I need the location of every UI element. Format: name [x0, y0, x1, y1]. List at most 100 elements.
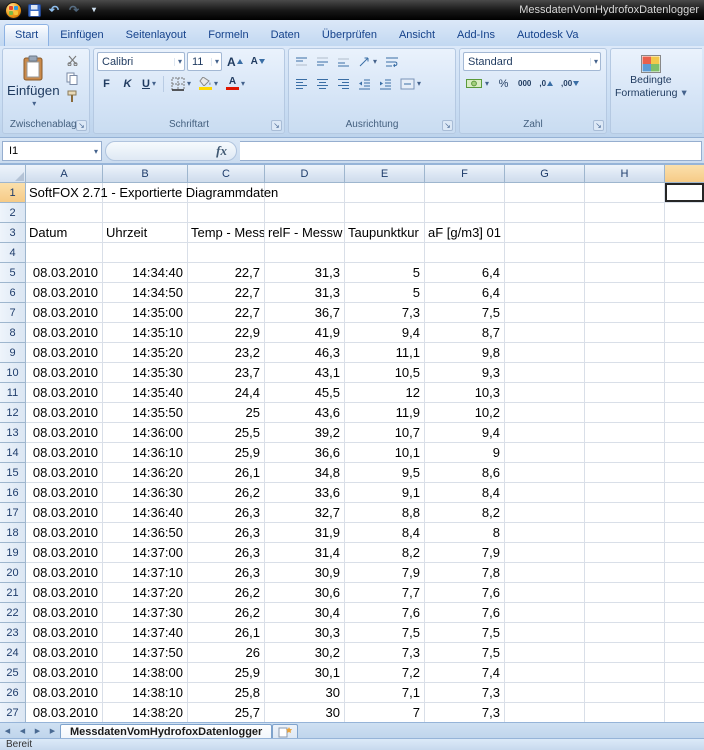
cell-D7[interactable]: 36,7	[265, 303, 345, 323]
cell-D6[interactable]: 31,3	[265, 283, 345, 303]
cell-C14[interactable]: 25,9	[188, 443, 265, 463]
cell-F13[interactable]: 9,4	[425, 423, 505, 443]
cell-H16[interactable]	[585, 483, 665, 503]
cell-I5[interactable]	[665, 263, 704, 283]
cell-G7[interactable]	[505, 303, 585, 323]
cell-H6[interactable]	[585, 283, 665, 303]
cell-A6[interactable]: 08.03.2010	[26, 283, 103, 303]
cell-E19[interactable]: 8,2	[345, 543, 425, 563]
cell-H27[interactable]	[585, 703, 665, 722]
cell-F21[interactable]: 7,6	[425, 583, 505, 603]
fill-color-button[interactable]: ▾	[196, 74, 221, 93]
select-all-corner[interactable]	[0, 165, 26, 183]
cell-H17[interactable]	[585, 503, 665, 523]
cell-G16[interactable]	[505, 483, 585, 503]
cell-H3[interactable]	[585, 223, 665, 243]
cell-I6[interactable]	[665, 283, 704, 303]
cell-F23[interactable]: 7,5	[425, 623, 505, 643]
cell-E17[interactable]: 8,8	[345, 503, 425, 523]
cell-I2[interactable]	[665, 203, 704, 223]
cell-G20[interactable]	[505, 563, 585, 583]
insert-function-button[interactable]: fx	[216, 143, 227, 159]
cell-D10[interactable]: 43,1	[265, 363, 345, 383]
cell-E27[interactable]: 7	[345, 703, 425, 722]
cell-B3[interactable]: Uhrzeit	[103, 223, 188, 243]
row-header-5[interactable]: 5	[0, 263, 26, 283]
cell-E1[interactable]	[345, 183, 425, 203]
cell-G17[interactable]	[505, 503, 585, 523]
cell-A11[interactable]: 08.03.2010	[26, 383, 103, 403]
cell-D2[interactable]	[265, 203, 345, 223]
cell-E10[interactable]: 10,5	[345, 363, 425, 383]
cell-G19[interactable]	[505, 543, 585, 563]
borders-button[interactable]: ▾	[168, 74, 194, 93]
row-header-24[interactable]: 24	[0, 643, 26, 663]
cell-H22[interactable]	[585, 603, 665, 623]
cell-G22[interactable]	[505, 603, 585, 623]
cell-B18[interactable]: 14:36:50	[103, 523, 188, 543]
cell-H18[interactable]	[585, 523, 665, 543]
row-header-1[interactable]: 1	[0, 183, 26, 203]
font-size-select[interactable]: 11 ▾	[187, 52, 222, 71]
cell-F17[interactable]: 8,2	[425, 503, 505, 523]
cell-C22[interactable]: 26,2	[188, 603, 265, 623]
cell-B24[interactable]: 14:37:50	[103, 643, 188, 663]
row-header-27[interactable]: 27	[0, 703, 26, 722]
cell-D12[interactable]: 43,6	[265, 403, 345, 423]
cell-C25[interactable]: 25,9	[188, 663, 265, 683]
cell-D19[interactable]: 31,4	[265, 543, 345, 563]
cell-I8[interactable]	[665, 323, 704, 343]
cell-D25[interactable]: 30,1	[265, 663, 345, 683]
cell-F25[interactable]: 7,4	[425, 663, 505, 683]
cell-E8[interactable]: 9,4	[345, 323, 425, 343]
cell-E14[interactable]: 10,1	[345, 443, 425, 463]
cell-G15[interactable]	[505, 463, 585, 483]
cell-G26[interactable]	[505, 683, 585, 703]
cell-C7[interactable]: 22,7	[188, 303, 265, 323]
cell-A27[interactable]: 08.03.2010	[26, 703, 103, 722]
cell-H2[interactable]	[585, 203, 665, 223]
cell-F5[interactable]: 6,4	[425, 263, 505, 283]
cell-I9[interactable]	[665, 343, 704, 363]
cell-B9[interactable]: 14:35:20	[103, 343, 188, 363]
cut-button[interactable]	[63, 52, 82, 69]
cell-E4[interactable]	[345, 243, 425, 263]
grow-font-button[interactable]: A	[224, 52, 246, 71]
cell-A12[interactable]: 08.03.2010	[26, 403, 103, 423]
cell-A14[interactable]: 08.03.2010	[26, 443, 103, 463]
cell-A16[interactable]: 08.03.2010	[26, 483, 103, 503]
row-header-10[interactable]: 10	[0, 363, 26, 383]
cell-C10[interactable]: 23,7	[188, 363, 265, 383]
cell-A19[interactable]: 08.03.2010	[26, 543, 103, 563]
cell-G11[interactable]	[505, 383, 585, 403]
cell-A5[interactable]: 08.03.2010	[26, 263, 103, 283]
cell-E6[interactable]: 5	[345, 283, 425, 303]
cell-A10[interactable]: 08.03.2010	[26, 363, 103, 383]
cell-C12[interactable]: 25	[188, 403, 265, 423]
number-format-select[interactable]: Standard ▾	[463, 52, 601, 71]
tab-ueberpruefen[interactable]: Überprüfen	[311, 24, 388, 46]
cell-A7[interactable]: 08.03.2010	[26, 303, 103, 323]
tab-ansicht[interactable]: Ansicht	[388, 24, 446, 46]
row-header-19[interactable]: 19	[0, 543, 26, 563]
merge-center-button[interactable]: ▾	[397, 74, 424, 93]
cell-F9[interactable]: 9,8	[425, 343, 505, 363]
cell-B14[interactable]: 14:36:10	[103, 443, 188, 463]
cell-C24[interactable]: 26	[188, 643, 265, 663]
cell-I21[interactable]	[665, 583, 704, 603]
cell-H15[interactable]	[585, 463, 665, 483]
cell-B7[interactable]: 14:35:00	[103, 303, 188, 323]
cell-A21[interactable]: 08.03.2010	[26, 583, 103, 603]
row-header-21[interactable]: 21	[0, 583, 26, 603]
cell-B20[interactable]: 14:37:10	[103, 563, 188, 583]
cell-A4[interactable]	[26, 243, 103, 263]
cell-G8[interactable]	[505, 323, 585, 343]
prev-sheet-button[interactable]: ◀	[15, 723, 30, 738]
cell-A18[interactable]: 08.03.2010	[26, 523, 103, 543]
cell-F19[interactable]: 7,9	[425, 543, 505, 563]
align-right-button[interactable]	[334, 74, 353, 93]
cell-E12[interactable]: 11,9	[345, 403, 425, 423]
cell-B10[interactable]: 14:35:30	[103, 363, 188, 383]
cell-I24[interactable]	[665, 643, 704, 663]
sheet-tab[interactable]: MessdatenVomHydrofoxDatenlogger	[60, 724, 273, 738]
